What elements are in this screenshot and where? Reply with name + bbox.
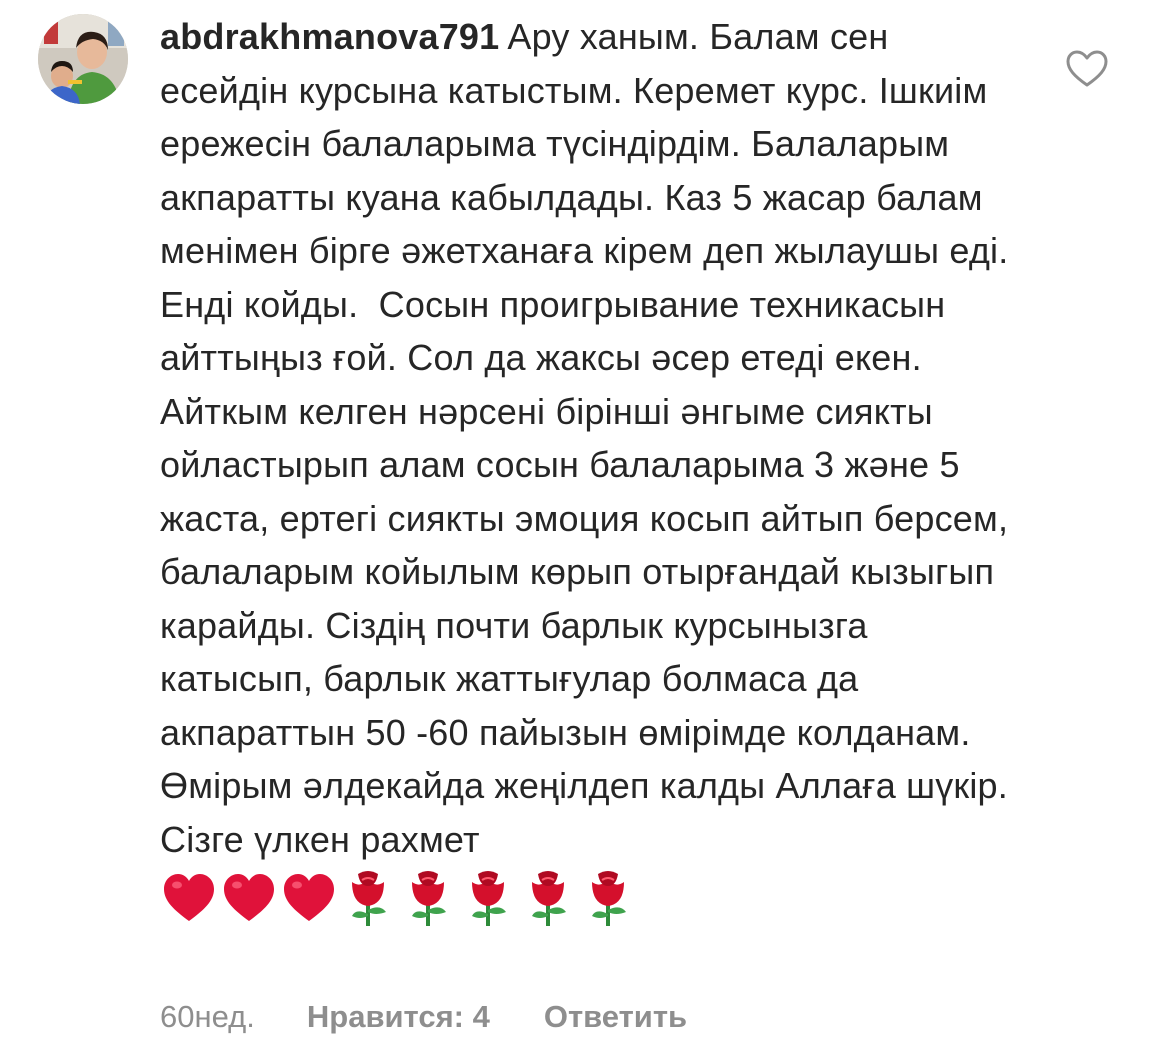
rose-emoji-2 <box>412 871 446 926</box>
user-avatar[interactable] <box>38 14 128 104</box>
comment-time: 60нед. <box>160 999 255 1034</box>
red-heart-emoji-3 <box>284 874 334 921</box>
rose-emoji-4 <box>532 871 566 926</box>
comment-text: Ару ханым. Балам сен есейдін курсына кат… <box>160 16 1019 860</box>
comment-meta: 60нед. Нравится: 4 Ответить <box>160 995 687 1039</box>
avatar-photo <box>38 14 128 104</box>
emoji-strip <box>164 871 626 926</box>
likes-count-button[interactable]: Нравится: 4 <box>307 995 490 1039</box>
comment-username[interactable]: abdrakhmanova791 <box>160 16 499 57</box>
red-heart-emoji-1 <box>164 874 214 921</box>
rose-emoji-3 <box>472 871 506 926</box>
comment: abdrakhmanova791 Ару ханым. Балам сен есе… <box>0 0 1170 1064</box>
emoji-row <box>160 870 1020 928</box>
rose-emoji-5 <box>592 871 626 926</box>
like-heart-svg <box>1066 50 1108 87</box>
comment-body: abdrakhmanova791 Ару ханым. Балам сен есе… <box>160 10 1020 928</box>
red-heart-emoji-2 <box>224 874 274 921</box>
reply-button[interactable]: Ответить <box>544 995 687 1039</box>
rose-emoji-1 <box>352 871 386 926</box>
heart-outline-icon[interactable] <box>1066 50 1108 88</box>
